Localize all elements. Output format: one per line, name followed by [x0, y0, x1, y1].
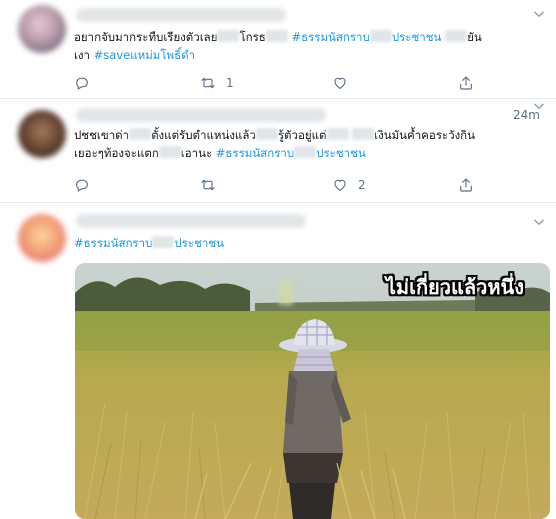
reply-icon	[76, 77, 88, 90]
tweet-actions: 1	[74, 74, 474, 92]
like-icon	[334, 179, 346, 191]
retweet-count: 1	[226, 76, 234, 90]
tweet-text-segment: ปชชเขาด่า	[74, 128, 130, 142]
tweet-media-photo[interactable]: ไม่เกี่ยวแล้วหนึ่ง	[75, 263, 550, 519]
redacted-text	[369, 30, 392, 42]
tweet-text-segment: ยัน	[467, 30, 482, 44]
tweet-text-segment: รู้ตัวอยู่แต่	[277, 128, 327, 142]
redacted-text	[158, 146, 181, 158]
like-button[interactable]	[332, 74, 358, 92]
share-icon	[460, 178, 472, 192]
tweet-text-segment: โกรธ	[239, 30, 266, 44]
hashtag-link[interactable]: ประชาชน	[174, 236, 224, 250]
redacted-text	[326, 128, 349, 140]
like-count: 2	[358, 178, 366, 192]
retweet-button[interactable]	[200, 176, 226, 194]
redacted-text	[352, 128, 375, 140]
share-button[interactable]	[458, 74, 474, 92]
redacted-text	[255, 128, 278, 140]
timeline-feed: อยากจับมากระทืบเรียงตัวเลย โกรธ #ธรรมนัสก…	[0, 0, 556, 519]
hashtag-link[interactable]: #ธรรมนัสกราบ	[291, 30, 369, 44]
tweet[interactable]: 24m ปชชเขาด่า ตั้งแต่รับตำแหน่งแล้ว รู้ตัว…	[0, 98, 556, 202]
author-name-redacted	[76, 214, 306, 228]
share-button[interactable]	[458, 176, 474, 194]
avatar[interactable]	[18, 5, 66, 53]
tweet-text-line: อยากจับมากระทืบเรียงตัวเลย โกรธ #ธรรมนัสก…	[74, 28, 548, 46]
hashtag-link[interactable]: ประชาชน	[392, 30, 442, 44]
tweet-text: อยากจับมากระทืบเรียงตัวเลย โกรธ #ธรรมนัสก…	[74, 28, 548, 64]
chevron-down-icon[interactable]	[532, 214, 546, 228]
tweet-timestamp[interactable]: 24m	[513, 108, 540, 122]
media-caption: ไม่เกี่ยวแล้วหนึ่ง	[385, 275, 524, 299]
tweet-text: ปชชเขาด่า ตั้งแต่รับตำแหน่งแล้ว รู้ตัวอยู่…	[74, 126, 548, 162]
redacted-area	[279, 281, 293, 305]
hashtag-link[interactable]: #ธรรมนัสกราบ	[74, 236, 152, 250]
redacted-text	[217, 30, 240, 42]
hashtag-link[interactable]: #saveแหม่มโพธิ์ดำ	[94, 48, 195, 62]
hashtag-link[interactable]: ประชาชน	[316, 146, 366, 160]
tweet-text-line: ปชชเขาด่า ตั้งแต่รับตำแหน่งแล้ว รู้ตัวอยู่…	[74, 126, 548, 144]
share-icon	[460, 76, 472, 90]
tweet-text-segment: เงา	[74, 48, 94, 62]
redacted-text	[152, 236, 175, 248]
tweet-text-line: #ธรรมนัสกราบ ประชาชน	[74, 234, 548, 252]
redacted-text	[265, 30, 288, 42]
redacted-text	[129, 128, 152, 140]
author-name-redacted	[76, 8, 286, 22]
avatar[interactable]	[18, 214, 66, 262]
retweet-button[interactable]: 1	[200, 74, 234, 92]
tweet-text-line: เยอะๆท้องจะแตก เอานะ #ธรรมนัสกราบ ประชาชน	[74, 144, 548, 162]
reply-button[interactable]	[74, 176, 100, 194]
like-icon	[334, 77, 346, 89]
tweet[interactable]: #ธรรมนัสกราบ ประชาชน ไม่เกี่ยวแล้วหนึ่ง	[0, 202, 556, 519]
like-button[interactable]: 2	[332, 176, 366, 194]
retweet-icon	[201, 77, 215, 89]
tweet-text: #ธรรมนัสกราบ ประชาชน	[74, 234, 548, 252]
reply-icon	[76, 179, 88, 192]
tweet-text-segment: อยากจับมากระทืบเรียงตัวเลย	[74, 30, 218, 44]
chevron-down-icon[interactable]	[532, 6, 546, 20]
author-name-redacted	[76, 108, 326, 122]
redacted-text	[294, 146, 317, 158]
reply-button[interactable]	[74, 74, 100, 92]
tweet-text-segment: เงินมันค้ำคอระวังกิน	[374, 128, 476, 142]
tweet-actions: 2	[74, 176, 474, 194]
avatar[interactable]	[18, 110, 66, 158]
tweet-text-segment: เอานะ	[180, 146, 216, 160]
tweet-text-segment: ตั้งแต่รับตำแหน่งแล้ว	[151, 128, 256, 142]
tweet[interactable]: อยากจับมากระทืบเรียงตัวเลย โกรธ #ธรรมนัสก…	[0, 0, 556, 98]
tweet-text-line: เงา #saveแหม่มโพธิ์ดำ	[74, 46, 548, 64]
hashtag-link[interactable]: #ธรรมนัสกราบ	[216, 146, 294, 160]
redacted-text	[445, 30, 468, 42]
tweet-text-segment: เยอะๆท้องจะแตก	[74, 146, 159, 160]
retweet-icon	[201, 179, 215, 191]
